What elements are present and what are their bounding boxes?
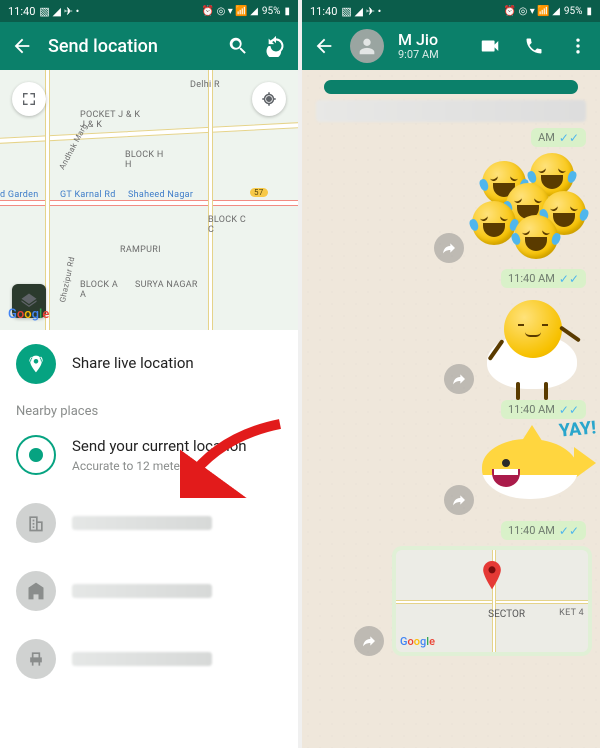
map-area-label: RAMPURI bbox=[120, 245, 161, 255]
page-title: Send location bbox=[48, 36, 212, 57]
map-pin-icon bbox=[481, 561, 503, 591]
send-current-title: Send your current location bbox=[72, 437, 247, 457]
chat-header-title[interactable]: M Jio 9:07 AM bbox=[398, 31, 439, 61]
map-road-label: Shaheed Nagar bbox=[128, 190, 193, 200]
share-live-label: Share live location bbox=[72, 354, 194, 374]
message-time: AM✓✓ bbox=[531, 128, 586, 147]
status-battery: 95% bbox=[564, 6, 583, 17]
read-ticks-icon: ✓✓ bbox=[559, 132, 579, 144]
options-list: Share live location Nearby places Send y… bbox=[0, 330, 298, 748]
message-row: YAY! bbox=[310, 425, 592, 515]
google-logo: Google bbox=[8, 307, 49, 322]
location-message[interactable]: SECTOR KET 4 Google bbox=[392, 546, 592, 656]
sticker-baby-shark[interactable]: YAY! bbox=[482, 425, 592, 515]
avatar[interactable] bbox=[350, 29, 384, 63]
forward-icon[interactable] bbox=[444, 485, 474, 515]
map-road-label: d Garden bbox=[0, 190, 39, 200]
sticker-rofl[interactable] bbox=[472, 153, 592, 263]
back-icon[interactable] bbox=[10, 34, 34, 58]
map-view[interactable]: POCKET J & KJ & K BLOCK HH BLOCK CC RAMP… bbox=[0, 70, 298, 330]
left-screen: 11:40 ▧ ◢ ✈ • ⏰ ◎ ▾ 📶 ◢ 95% ▮ Send locat… bbox=[0, 0, 298, 748]
message-time: 11:40 AM✓✓ bbox=[501, 521, 586, 540]
map-road-label: Delhi R bbox=[190, 80, 220, 90]
message-time: 11:40 AM✓✓ bbox=[501, 269, 586, 288]
message-row bbox=[310, 294, 592, 394]
send-current-location-button[interactable]: Send your current location Accurate to 1… bbox=[0, 421, 298, 489]
status-icons-left: ▧ ◢ ✈ • bbox=[39, 5, 79, 18]
fullscreen-icon[interactable] bbox=[12, 82, 46, 116]
map-road-label: GT Karnal Rd bbox=[60, 190, 116, 200]
map-area-label: SECTOR bbox=[488, 609, 525, 620]
chat-area[interactable]: AM✓✓ 11:40 AM✓✓ bbox=[302, 70, 600, 748]
app-bar: Send location bbox=[0, 22, 298, 70]
map-area-label: POCKET J & KJ & K bbox=[80, 110, 140, 130]
status-time: 11:40 bbox=[310, 5, 337, 18]
status-battery: 95% bbox=[262, 6, 281, 17]
more-icon[interactable] bbox=[566, 34, 590, 58]
target-icon bbox=[16, 435, 56, 475]
video-call-icon[interactable] bbox=[478, 34, 502, 58]
map-road-label: Ghazipur Rd bbox=[58, 256, 76, 303]
sticker-egg[interactable] bbox=[482, 294, 592, 394]
building-icon bbox=[16, 571, 56, 611]
status-bar: 11:40 ▧ ◢ ✈ • ⏰ ◎ ▾ 📶 ◢ 95% ▮ bbox=[0, 0, 298, 22]
status-time: 11:40 bbox=[8, 5, 35, 18]
map-area-label: BLOCK CC bbox=[208, 215, 246, 235]
contact-last-seen: 9:07 AM bbox=[398, 49, 439, 61]
forward-icon[interactable] bbox=[354, 626, 384, 656]
status-icons-left: ▧ ◢ ✈ • bbox=[341, 5, 381, 18]
read-ticks-icon: ✓✓ bbox=[559, 273, 579, 285]
highway-shield: 57 bbox=[250, 188, 268, 197]
message-row bbox=[310, 153, 592, 263]
status-icons-right: ⏰ ◎ ▾ 📶 ◢ bbox=[202, 6, 258, 17]
map-area-label: SURYA NAGAR bbox=[135, 280, 198, 290]
live-location-icon bbox=[16, 344, 56, 384]
chat-app-bar: M Jio 9:07 AM bbox=[302, 22, 600, 70]
status-icons-right: ⏰ ◎ ▾ 📶 ◢ bbox=[504, 6, 560, 17]
redacted-label bbox=[72, 584, 212, 598]
map-area-label: KET 4 bbox=[559, 608, 584, 618]
share-live-location-button[interactable]: Share live location bbox=[0, 330, 298, 398]
read-ticks-icon: ✓✓ bbox=[559, 404, 579, 416]
building-icon bbox=[16, 503, 56, 543]
voice-call-icon[interactable] bbox=[522, 34, 546, 58]
forward-icon[interactable] bbox=[434, 233, 464, 263]
map-area-label: BLOCK AA bbox=[80, 280, 118, 300]
nearby-place-item[interactable] bbox=[0, 489, 298, 557]
redacted-label bbox=[72, 652, 212, 666]
battery-icon: ▮ bbox=[586, 6, 592, 17]
back-icon[interactable] bbox=[312, 34, 336, 58]
send-current-sub: Accurate to 12 meters bbox=[72, 459, 247, 473]
redacted-message bbox=[316, 100, 586, 122]
redacted-label bbox=[72, 516, 212, 530]
map-area-label: BLOCK HH bbox=[125, 150, 164, 170]
refresh-icon[interactable] bbox=[264, 34, 288, 58]
status-bar: 11:40 ▧ ◢ ✈ • ⏰ ◎ ▾ 📶 ◢ 95% ▮ bbox=[302, 0, 600, 22]
nearby-places-header: Nearby places bbox=[0, 398, 298, 421]
chair-icon bbox=[16, 639, 56, 679]
forward-icon[interactable] bbox=[444, 364, 474, 394]
right-screen: 11:40 ▧ ◢ ✈ • ⏰ ◎ ▾ 📶 ◢ 95% ▮ M Jio 9:07… bbox=[302, 0, 600, 748]
my-location-icon[interactable] bbox=[252, 82, 286, 116]
message-row: SECTOR KET 4 Google bbox=[310, 546, 592, 656]
search-icon[interactable] bbox=[226, 34, 250, 58]
google-logo: Google bbox=[400, 635, 435, 648]
live-location-banner[interactable] bbox=[324, 80, 578, 94]
battery-icon: ▮ bbox=[284, 6, 290, 17]
map-road-label: Andhak Marg bbox=[57, 122, 89, 171]
nearby-place-item[interactable] bbox=[0, 625, 298, 693]
nearby-place-item[interactable] bbox=[0, 557, 298, 625]
sticker-text: YAY! bbox=[558, 417, 597, 441]
contact-name: M Jio bbox=[398, 31, 439, 49]
read-ticks-icon: ✓✓ bbox=[559, 525, 579, 537]
